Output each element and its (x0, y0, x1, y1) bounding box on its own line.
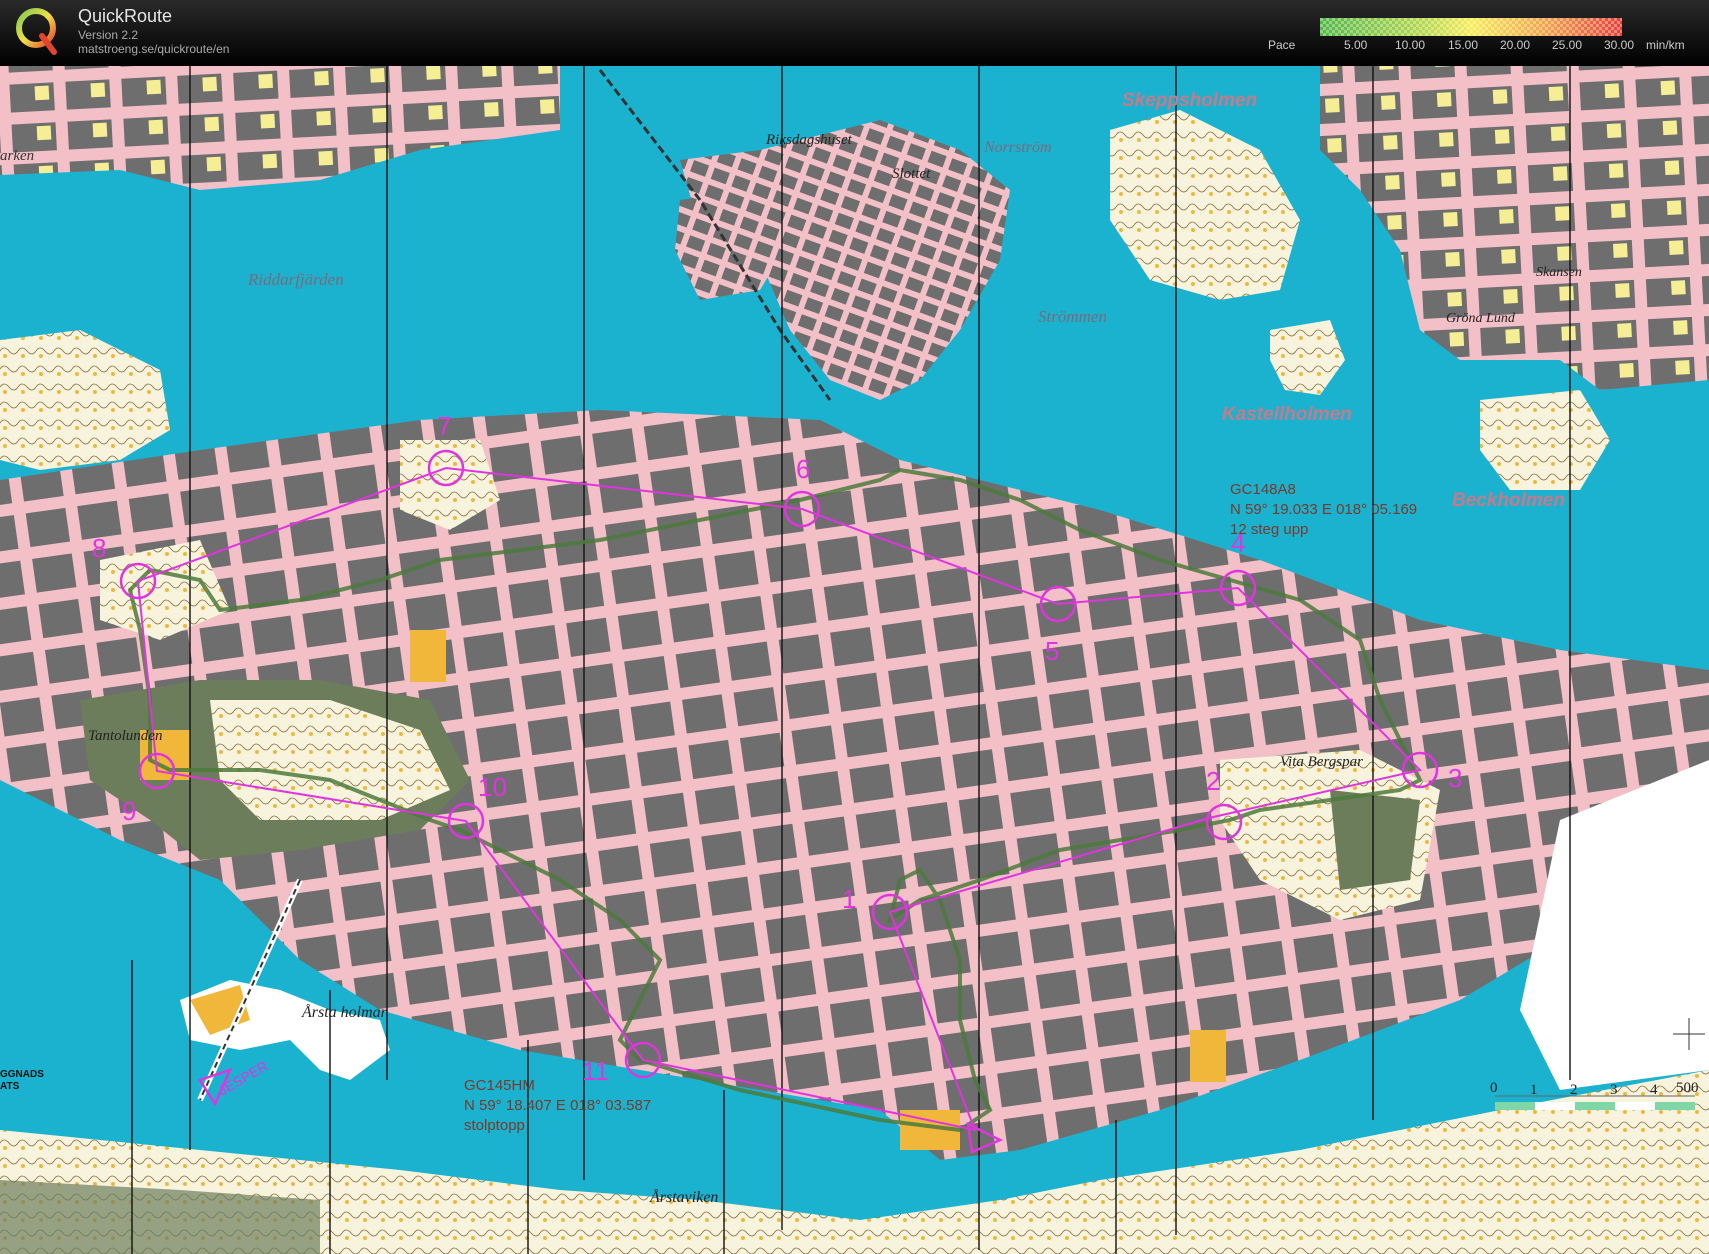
pace-tick: 15.00 (1448, 38, 1479, 52)
pace-label: Pace (1268, 38, 1296, 52)
control-number: 5 (1045, 636, 1059, 666)
pace-tick: 20.00 (1500, 38, 1531, 52)
open-field (1190, 1030, 1226, 1082)
place-name: Skeppsholmen (1122, 90, 1257, 111)
place-name: Norrström (983, 139, 1052, 156)
pace-color-bar (1320, 18, 1622, 36)
control-number: 11 (582, 1056, 609, 1086)
app-title: QuickRoute (78, 6, 173, 26)
place-name: Beckholmen (1452, 490, 1565, 511)
pace-tick: 5.00 (1344, 38, 1368, 52)
place-name: Skansen (1536, 265, 1582, 280)
control-number: 7 (437, 411, 451, 441)
place-name: Strömmen (1038, 307, 1107, 326)
place-name: Riksdagshuset (765, 132, 853, 148)
scale-label: 4 (1650, 1082, 1658, 1098)
control-number: 9 (122, 796, 136, 826)
scale-label: 2 (1570, 1082, 1578, 1098)
place-name: Slottet (892, 166, 931, 182)
quickroute-logo-icon (16, 8, 57, 55)
scale-label: 0 (1490, 1080, 1498, 1096)
place-name: arken (0, 148, 34, 164)
app-url[interactable]: matstroeng.se/quickroute/en (78, 42, 229, 56)
place-name: Gröna Lund (1446, 311, 1516, 326)
park-vita-bergsparken-green (1330, 790, 1420, 890)
control-number: 6 (796, 454, 810, 484)
place-name: Vita Bergspar (1280, 754, 1363, 770)
app-header: QuickRoute Version 2.2 matstroeng.se/qui… (0, 0, 1709, 66)
control-number: 10 (478, 772, 507, 802)
place-name: Årstaviken (649, 1188, 718, 1206)
control-number: 8 (92, 533, 106, 563)
scale-label: 500 (1676, 1080, 1699, 1096)
pace-unit: min/km (1646, 38, 1685, 52)
control-number: 1 (842, 884, 856, 914)
geocache-code: GC145HM (464, 1077, 535, 1094)
scale-label: 1 (1530, 1082, 1538, 1098)
geocache-note: 12 steg upp (1230, 521, 1308, 538)
geocache-coords: N 59° 19.033 E 018° 05.169 (1230, 501, 1417, 518)
open-field (410, 630, 446, 682)
scale-label: 3 (1610, 1082, 1618, 1098)
place-name: Årsta holmar (301, 1003, 388, 1021)
place-name: GGNADS (0, 1069, 44, 1080)
place-name: ATS (0, 1081, 20, 1092)
control-number: 3 (1448, 763, 1462, 793)
place-name: Kastellholmen (1222, 404, 1352, 425)
pace-tick: 25.00 (1552, 38, 1583, 52)
geocache-code: GC148A8 (1230, 481, 1296, 498)
geocache-note: stolptopp (464, 1117, 525, 1134)
orienteering-map[interactable]: 1 2 3 4 5 6 7 8 9 10 11 Riddarfjärden St… (0, 66, 1709, 1254)
pace-tick: 10.00 (1395, 38, 1426, 52)
place-name: Tantolunden (88, 728, 162, 744)
app-version: Version 2.2 (78, 28, 139, 42)
control-number: 2 (1206, 766, 1220, 796)
geocache-coords: N 59° 18.407 E 018° 03.587 (464, 1097, 651, 1114)
pace-tick: 30.00 (1604, 38, 1635, 52)
place-name: Riddarfjärden (247, 270, 344, 289)
